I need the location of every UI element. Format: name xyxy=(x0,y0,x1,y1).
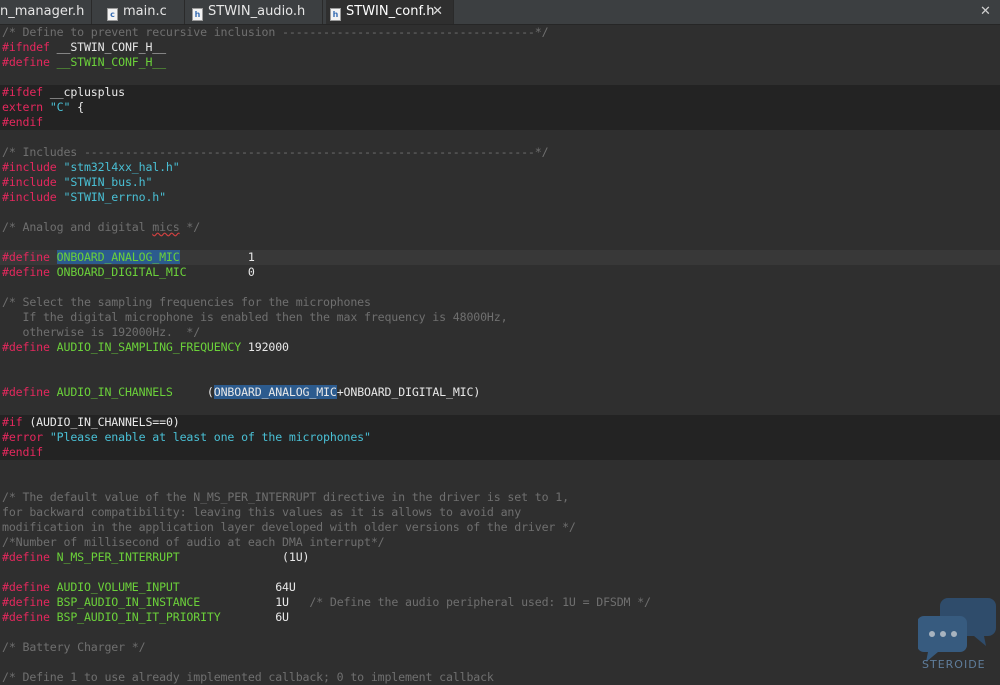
code-line: #include "STWIN_errno.h" xyxy=(2,190,166,204)
code-line: extern "C" { xyxy=(0,100,1000,115)
code-line: modification in the application layer de… xyxy=(2,520,576,534)
code-line: /*Number of millisecond of audio at each… xyxy=(2,535,385,549)
watermark-text: STEROIDE xyxy=(922,658,986,671)
code-line: /* Includes ----------------------------… xyxy=(2,145,549,159)
close-icon[interactable]: ✕ xyxy=(980,0,1000,24)
code-editor[interactable]: /* Define to prevent recursive inclusion… xyxy=(0,25,1000,684)
code-line: #ifndef __STWIN_CONF_H__ xyxy=(2,40,166,54)
code-line: #if (AUDIO_IN_CHANNELS==0) xyxy=(0,415,1000,430)
code-line: /* The default value of the N_MS_PER_INT… xyxy=(2,490,569,504)
editor-tab-bar: n_manager.h c main.c h STWIN_audio.h h STWI… xyxy=(0,0,1000,25)
code-line: #endif xyxy=(0,115,1000,130)
code-line: #define ONBOARD_ANALOG_MIC 1 xyxy=(0,250,1000,265)
code-line: #define __STWIN_CONF_H__ xyxy=(2,55,166,69)
tab-stwin-audio-h[interactable]: h STWIN_audio.h xyxy=(188,0,323,24)
tab-label: STWIN_conf.h xyxy=(346,4,435,19)
code-line: #define AUDIO_IN_SAMPLING_FREQUENCY 1920… xyxy=(2,340,289,354)
header-file-icon: h xyxy=(330,8,341,21)
code-line: #include "stm32l4xx_hal.h" xyxy=(2,160,180,174)
code-line: #ifdef __cplusplus xyxy=(0,85,1000,100)
code-line: for backward compatibility: leaving this… xyxy=(2,505,522,519)
tab-main-c[interactable]: c main.c xyxy=(103,0,185,24)
code-line: /* Analog and digital mics */ xyxy=(2,220,201,234)
tab-label: n_manager.h xyxy=(0,4,85,19)
code-line: otherwise is 192000Hz. */ xyxy=(2,325,201,339)
code-line: /* Define 1 to use already implemented c… xyxy=(2,670,494,684)
tab-stwin-conf-h[interactable]: h STWIN_conf.h xyxy=(326,0,454,24)
header-file-icon: h xyxy=(192,8,203,21)
code-line: #error "Please enable at least one of th… xyxy=(0,430,1000,445)
code-line: #define BSP_AUDIO_IN_IT_PRIORITY 6U xyxy=(2,610,289,624)
code-line: #include "STWIN_bus.h" xyxy=(2,175,153,189)
code-line: /* Select the sampling frequencies for t… xyxy=(2,295,371,309)
code-line: #define BSP_AUDIO_IN_INSTANCE 1U /* Defi… xyxy=(2,595,651,609)
c-file-icon: c xyxy=(107,8,118,21)
code-line: #define N_MS_PER_INTERRUPT (1U) xyxy=(2,550,310,564)
code-line: #define AUDIO_IN_CHANNELS (ONBOARD_ANALO… xyxy=(2,385,481,399)
code-line: /* Battery Charger */ xyxy=(2,640,146,654)
close-icon[interactable] xyxy=(432,0,443,24)
tab-label: STWIN_audio.h xyxy=(208,4,306,19)
tab-n-manager-h[interactable]: n_manager.h xyxy=(0,0,92,24)
code-line: #endif xyxy=(0,445,1000,460)
code-line: If the digital microphone is enabled the… xyxy=(2,310,508,324)
code-line: /* Define to prevent recursive inclusion… xyxy=(2,25,549,39)
code-line: #define ONBOARD_DIGITAL_MIC 0 xyxy=(2,265,255,279)
code-line: #define AUDIO_VOLUME_INPUT 64U xyxy=(2,580,296,594)
tab-label: main.c xyxy=(123,4,167,19)
